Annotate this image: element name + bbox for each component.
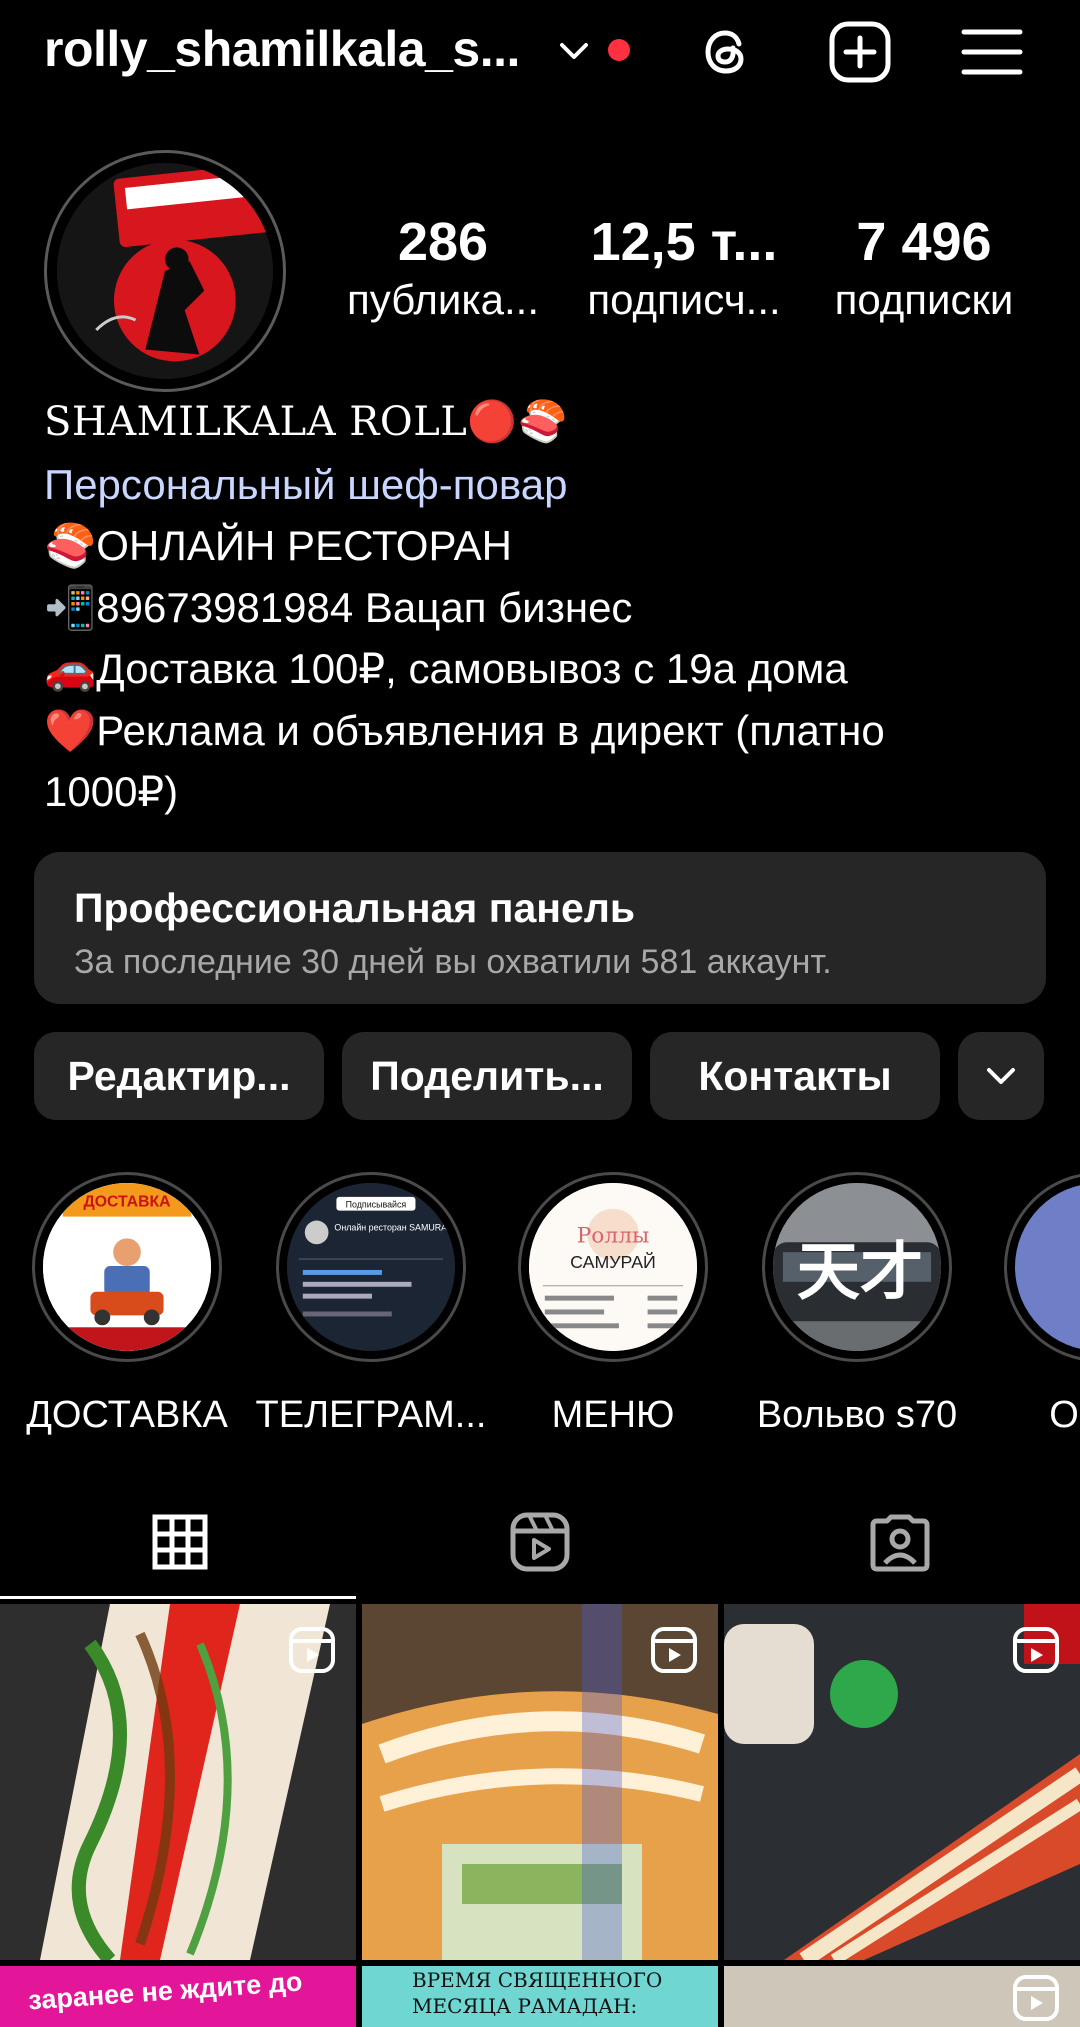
reel-badge-icon [289,1627,335,1673]
grid-post[interactable]: заранее не ждите до [0,1966,356,2027]
grid-post[interactable]: ВРЕМЯ СВЯЩЕННОГО МЕСЯЦА РАМАДАН: [362,1966,718,2027]
grid-post[interactable] [724,1966,1080,2027]
chevron-down-icon[interactable] [556,36,592,66]
bio-line: ❤️Реклама и объявления в директ (платно … [44,706,885,816]
highlight-label: ТЕЛЕГРАМ... [255,1394,487,1436]
highlight-menu[interactable]: Роллы САМУРАЙ МЕНЮ [518,1172,708,1436]
menu-icon[interactable] [960,20,1024,84]
username-switcher[interactable]: rolly_shamilkala_s... [44,20,520,78]
highlight-telegram-image: Подписывайся Онлайн ресторан SAMURAI [287,1183,455,1351]
profile-category[interactable]: Персональный шеф-повар [44,454,1044,516]
avatar-image [57,163,273,379]
reels-icon [510,1512,570,1572]
grid-icon [152,1514,208,1570]
post-caption-overlay: заранее не ждите до [27,1966,304,2016]
highlight-label: О [1049,1394,1079,1436]
highlight-label: МЕНЮ [551,1394,675,1436]
stat-followers[interactable]: 12,5 т... подписч... [572,210,796,326]
profile-avatar[interactable] [44,150,286,392]
highlight-menu-image: Роллы САМУРАЙ [529,1183,697,1351]
suggestions-button[interactable] [958,1032,1044,1120]
bio-line: 🍣ОНЛАЙН РЕСТОРАН [44,522,513,569]
tab-reels[interactable] [360,1486,720,1598]
followers-count: 12,5 т... [590,212,778,272]
profile-name: SHAMILKALA ROLL🔴🍣 [44,399,568,445]
highlight-label: ДОСТАВКА [26,1394,228,1436]
threads-icon[interactable] [695,20,759,84]
posts-label: публика... [346,276,539,323]
notification-dot [608,39,630,61]
highlight-volvo[interactable]: 天才 Вольво s70 [757,1172,957,1436]
grid-post[interactable] [0,1604,356,1960]
grid-post[interactable] [724,1604,1080,1960]
dashboard-title: Профессиональная панель [74,885,636,931]
highlight-delivery-image: ДОСТАВКА 100Р [43,1183,211,1351]
contacts-button[interactable]: Контакты [650,1032,940,1120]
highlight-delivery-title: ДОСТАВКА [83,1194,170,1211]
highlight-label: Вольво s70 [756,1394,958,1436]
reel-badge-icon [651,1627,697,1673]
post-caption-overlay: МЕСЯЦА РАМАДАН: [412,1994,638,2018]
posts-count: 286 [397,212,489,272]
top-bar: rolly_shamilkala_s... [0,0,1080,110]
highlight-volvo-image: 天才 [773,1183,941,1351]
create-post-icon[interactable] [828,20,892,84]
following-label: подписки [834,276,1014,323]
reel-badge-icon [1013,1975,1059,2021]
profile-bio: SHAMILKALA ROLL🔴🍣 Персональный шеф-повар… [44,392,1044,823]
stat-following[interactable]: 7 496 подписки [818,210,1030,326]
highlight-volvo-text: 天才 [797,1235,923,1309]
highlight-delivery[interactable]: ДОСТАВКА 100Р ДОСТАВКА [26,1172,228,1436]
highlight-telegram[interactable]: Подписывайся Онлайн ресторан SAMURAI ТЕЛ… [256,1172,486,1436]
highlight-telegram-channel: Онлайн ресторан SAMURAI [334,1222,449,1232]
bio-line-phone: 📲89673981984 Вацап бизнес [44,583,633,631]
share-profile-button[interactable]: Поделить... [342,1032,632,1120]
stat-posts[interactable]: 286 публика... [338,210,548,326]
highlight-delivery-price: 100Р [167,1217,199,1233]
chevron-down-icon [987,1068,1015,1084]
dashboard-subtitle: За последние 30 дней вы охватили 581 акк… [74,943,832,981]
highlight-menu-subtitle: САМУРАЙ [570,1251,656,1272]
active-tab-indicator [0,1596,356,1599]
post-caption-overlay: ВРЕМЯ СВЯЩЕННОГО [412,1968,663,1992]
grid-post[interactable] [362,1604,718,1960]
highlight-telegram-header: Подписывайся [346,1200,407,1210]
edit-profile-button[interactable]: Редактир... [34,1032,324,1120]
highlight-menu-title: Роллы [577,1223,650,1248]
reel-badge-icon [1013,1627,1059,1673]
professional-dashboard[interactable]: Профессиональная панель За последние 30 … [34,852,1046,1004]
tab-tagged[interactable] [720,1486,1080,1598]
followers-label: подписч... [587,276,781,323]
tagged-icon [870,1514,930,1572]
tab-grid[interactable] [0,1486,360,1598]
following-count: 7 496 [856,212,992,272]
highlight-more[interactable]: О [1004,1172,1080,1436]
profile-tabs [0,1486,1080,1598]
bio-line: 🚗Доставка 100₽, самовывоз с 19а дома [44,645,848,692]
